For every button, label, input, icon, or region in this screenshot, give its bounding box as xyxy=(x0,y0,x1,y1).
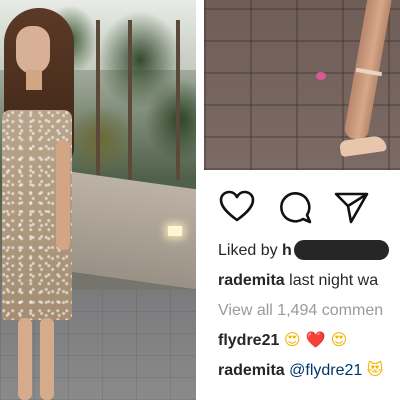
photo-collage: Liked by h rademita last night wa View a… xyxy=(0,0,400,400)
comment: rademita @flydre21 😻 xyxy=(218,360,383,380)
comment-icon[interactable] xyxy=(276,188,314,226)
wall-light xyxy=(168,226,182,236)
flower-petal xyxy=(316,72,326,80)
tree-trunk xyxy=(176,20,180,180)
liked-by-line: Liked by h xyxy=(218,240,389,260)
redacted-username xyxy=(293,240,389,260)
leg xyxy=(40,318,54,400)
red-heart-emoji: ❤️ xyxy=(305,330,326,349)
face xyxy=(16,26,50,74)
leg xyxy=(18,318,32,400)
neck xyxy=(26,70,42,90)
comment: flydre21 😍 ❤️ 😍 xyxy=(218,330,347,350)
heart-icon[interactable] xyxy=(218,188,256,226)
heart-eyes-emoji: 😍 xyxy=(330,330,348,349)
comment-username[interactable]: rademita xyxy=(218,362,285,379)
liked-by-user[interactable]: h xyxy=(282,242,292,259)
view-all-comments-link[interactable]: View all 1,494 commen xyxy=(218,302,383,320)
outfit-photo xyxy=(0,0,196,400)
liked-by-label: Liked by xyxy=(218,242,278,259)
heart-eyes-cat-emoji: 😻 xyxy=(366,360,384,379)
instagram-post-panel: Liked by h rademita last night wa View a… xyxy=(204,170,400,400)
shoe-photo xyxy=(204,0,400,170)
person xyxy=(0,0,110,400)
caption-username[interactable]: rademita xyxy=(218,272,285,289)
comment-emojis: 😍 ❤️ 😍 xyxy=(284,330,347,349)
comment-username[interactable]: flydre21 xyxy=(218,332,279,349)
clear-heel-sandal xyxy=(339,134,387,158)
share-icon[interactable] xyxy=(332,188,370,226)
caption-line: rademita last night wa xyxy=(218,272,378,290)
comment-mention[interactable]: @flydre21 xyxy=(289,362,362,379)
caption-text: last night wa xyxy=(289,272,379,289)
tree-trunk xyxy=(128,20,132,180)
heart-eyes-emoji: 😍 xyxy=(283,330,301,349)
post-actions xyxy=(204,188,400,224)
arm xyxy=(56,140,70,250)
